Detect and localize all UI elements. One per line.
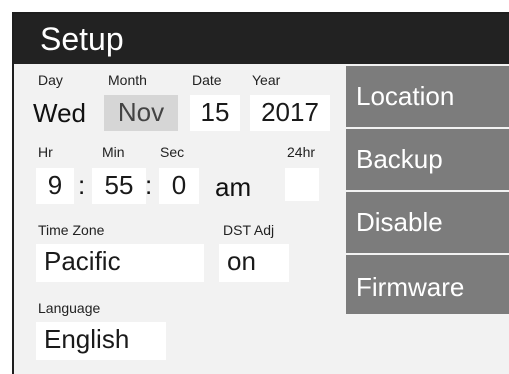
date-label: Date <box>192 72 222 88</box>
time-separator: : <box>145 170 153 200</box>
month-label: Month <box>108 72 147 88</box>
date-field[interactable]: 15 <box>190 95 240 131</box>
24hr-label: 24hr <box>287 144 316 160</box>
hour-field[interactable]: 9 <box>36 168 74 204</box>
language-field[interactable]: English <box>36 322 166 360</box>
ampm-toggle[interactable]: am <box>215 170 251 204</box>
month-field[interactable]: Nov <box>104 95 178 131</box>
backup-button[interactable]: Backup <box>346 129 509 190</box>
page-title: Setup <box>40 21 124 57</box>
timezone-label: Time Zone <box>38 222 105 238</box>
time-separator: : <box>78 170 86 200</box>
title-bar: Setup <box>14 14 509 64</box>
dst-field[interactable]: on <box>219 244 289 282</box>
language-label: Language <box>38 300 101 316</box>
year-field[interactable]: 2017 <box>250 95 330 131</box>
minute-label: Min <box>102 144 125 160</box>
timezone-field[interactable]: Pacific <box>36 244 204 282</box>
setup-screen: Setup Day Month Date Year Wed Nov 15 201… <box>12 12 509 374</box>
disable-button[interactable]: Disable <box>346 192 509 253</box>
day-field[interactable]: Wed <box>33 96 86 130</box>
day-label: Day <box>38 72 63 88</box>
minute-field[interactable]: 55 <box>92 168 146 204</box>
second-field[interactable]: 0 <box>159 168 199 204</box>
second-label: Sec <box>160 144 185 160</box>
year-label: Year <box>252 72 281 88</box>
24hr-checkbox[interactable] <box>285 168 319 201</box>
firmware-button[interactable]: Firmware <box>346 255 509 314</box>
dst-label: DST Adj <box>223 222 275 238</box>
hour-label: Hr <box>38 144 53 160</box>
location-button[interactable]: Location <box>346 66 509 127</box>
